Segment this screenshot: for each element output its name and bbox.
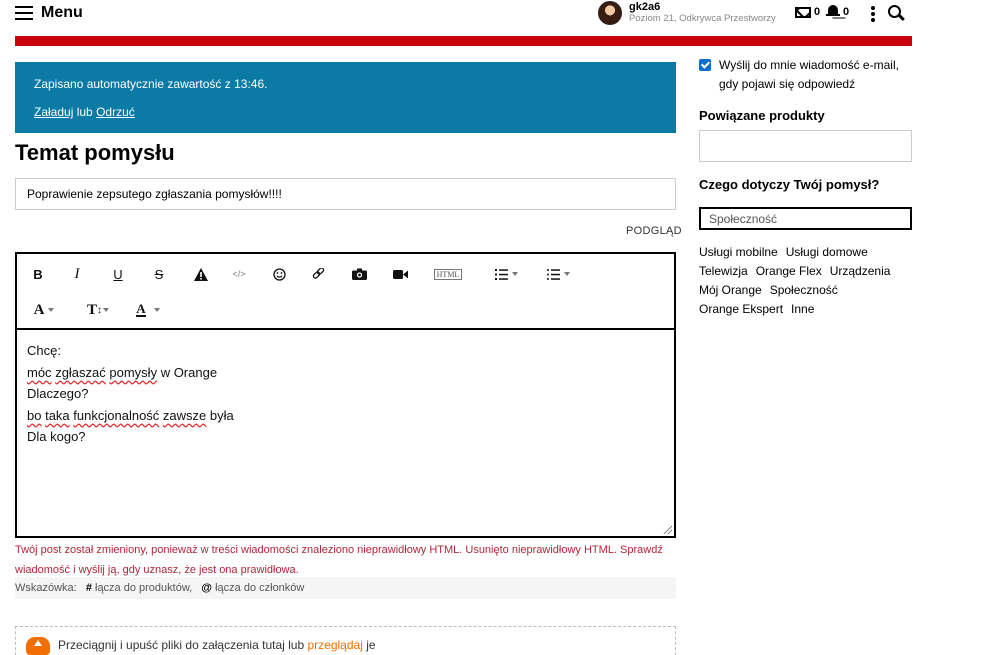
rich-text-editor: B I U S </> HTML A T ↕ A Chcę: móc zgłas…: [15, 252, 676, 538]
preview-link[interactable]: PODGLĄD: [626, 225, 682, 237]
related-products-input[interactable]: [699, 130, 912, 162]
link-icon[interactable]: [310, 264, 326, 284]
category-tags: Usługi mobilne Usługi domowe Telewizja Ora…: [699, 243, 912, 319]
video-icon[interactable]: [392, 264, 408, 284]
hamburger-icon: [15, 6, 33, 20]
at-symbol: @: [201, 582, 213, 594]
content-line: Dla kogo?: [27, 429, 86, 444]
bullet-list-icon[interactable]: [541, 264, 575, 284]
attachment-dropzone[interactable]: Przeciągnij i upuść pliki do załączenia …: [15, 626, 676, 655]
menu-label: Menu: [41, 4, 83, 21]
dropzone-text: Przeciągnij i upuść pliki do załączenia …: [58, 638, 376, 652]
autosave-or-text: lub: [76, 105, 93, 119]
autosave-notice: Zapisano automatycznie zawartość z 13:46…: [15, 62, 676, 133]
camera-icon[interactable]: [351, 264, 367, 284]
related-products-heading: Powiązane produkty: [699, 108, 825, 123]
editor-toolbar: B I U S </> HTML A T ↕ A: [17, 254, 674, 330]
strikethrough-icon[interactable]: S: [152, 264, 166, 284]
error-message: Twój post został zmieniony, ponieważ w t…: [15, 544, 663, 576]
content-line: Chcę:: [27, 343, 61, 358]
subject-input[interactable]: [15, 178, 676, 210]
content-line: Dlaczego?: [27, 386, 89, 401]
content-line: bo taka funkcjonalność zawsze była: [27, 407, 234, 423]
page-title: Temat pomysłu: [15, 140, 175, 165]
email-notify-label: Wyślij do mnie wiadomość e-mail, gdy poj…: [719, 58, 899, 91]
font-size-icon[interactable]: T ↕: [83, 300, 113, 320]
tag-uslugi-mobilne[interactable]: Usługi mobilne: [699, 243, 778, 262]
load-draft-link[interactable]: Załaduj: [34, 105, 73, 119]
user-avatar[interactable]: [598, 1, 622, 25]
autosave-actions: Załaduj lub Odrzuć: [34, 105, 135, 119]
html-icon[interactable]: HTML: [433, 264, 463, 284]
notifications-count: 0: [843, 6, 850, 18]
discard-draft-link[interactable]: Odrzuć: [96, 105, 135, 119]
hint-bar: Wskazówka: # łącza do produktów, @ łącza…: [15, 577, 676, 599]
content-line: móc zgłaszać pomysły w Orange: [27, 364, 218, 380]
code-icon[interactable]: </>: [231, 264, 247, 284]
messages-count: 0: [814, 6, 821, 18]
email-notify-checkbox[interactable]: [699, 59, 711, 71]
bell-icon: [826, 5, 840, 19]
tag-uslugi-domowe[interactable]: Usługi domowe: [786, 243, 868, 262]
resize-handle[interactable]: [662, 524, 672, 534]
tag-moj-orange[interactable]: Mój Orange: [699, 281, 762, 300]
user-rank: Poziom 21, Odkrywca Przestworzy: [629, 13, 776, 24]
user-name[interactable]: gk2a6: [629, 1, 660, 13]
editor-content[interactable]: Chcę: móc zgłaszać pomysły w Orange Dlac…: [27, 340, 234, 448]
menu-button[interactable]: Menu: [15, 3, 83, 23]
bold-icon[interactable]: B: [31, 264, 45, 284]
cloud-upload-icon: [26, 637, 50, 655]
font-color-icon[interactable]: A: [131, 300, 165, 320]
more-options-icon[interactable]: [871, 6, 875, 22]
font-family-icon[interactable]: A: [29, 300, 59, 320]
tag-orange-flex[interactable]: Orange Flex: [756, 262, 822, 281]
tag-spolecznosc[interactable]: Społeczność: [770, 281, 838, 300]
mail-icon: [795, 6, 811, 18]
autosave-message: Zapisano automatycznie zawartość z 13:46…: [34, 77, 268, 91]
tag-urzadzenia[interactable]: Urządzenia: [830, 262, 891, 281]
top-navigation-bar: Menu gk2a6 Poziom 21, Odkrywca Przestwor…: [0, 0, 999, 36]
hash-symbol: #: [85, 582, 92, 594]
warning-icon[interactable]: [193, 264, 209, 284]
tag-inne[interactable]: Inne: [791, 300, 814, 319]
emoji-icon[interactable]: [271, 264, 287, 284]
hint-members: łącza do członków: [215, 582, 305, 594]
messages-button[interactable]: 0: [795, 6, 820, 18]
hint-products: łącza do produktów,: [95, 582, 193, 594]
hint-label: Wskazówka:: [15, 582, 77, 594]
search-icon[interactable]: [888, 5, 904, 21]
italic-icon[interactable]: I: [70, 264, 84, 284]
tag-telewizja[interactable]: Telewizja: [699, 262, 748, 281]
notifications-button[interactable]: 0: [826, 5, 849, 19]
underline-icon[interactable]: U: [111, 264, 125, 284]
brand-bar: [15, 36, 912, 46]
category-input[interactable]: Społeczność: [699, 207, 912, 230]
ordered-list-icon[interactable]: [489, 264, 523, 284]
browse-link[interactable]: przeglądaj: [307, 638, 362, 652]
email-notify-option[interactable]: Wyślij do mnie wiadomość e-mail, gdy poj…: [699, 56, 914, 94]
tag-orange-ekspert[interactable]: Orange Ekspert: [699, 300, 783, 319]
category-heading: Czego dotyczy Twój pomysł?: [699, 177, 880, 192]
